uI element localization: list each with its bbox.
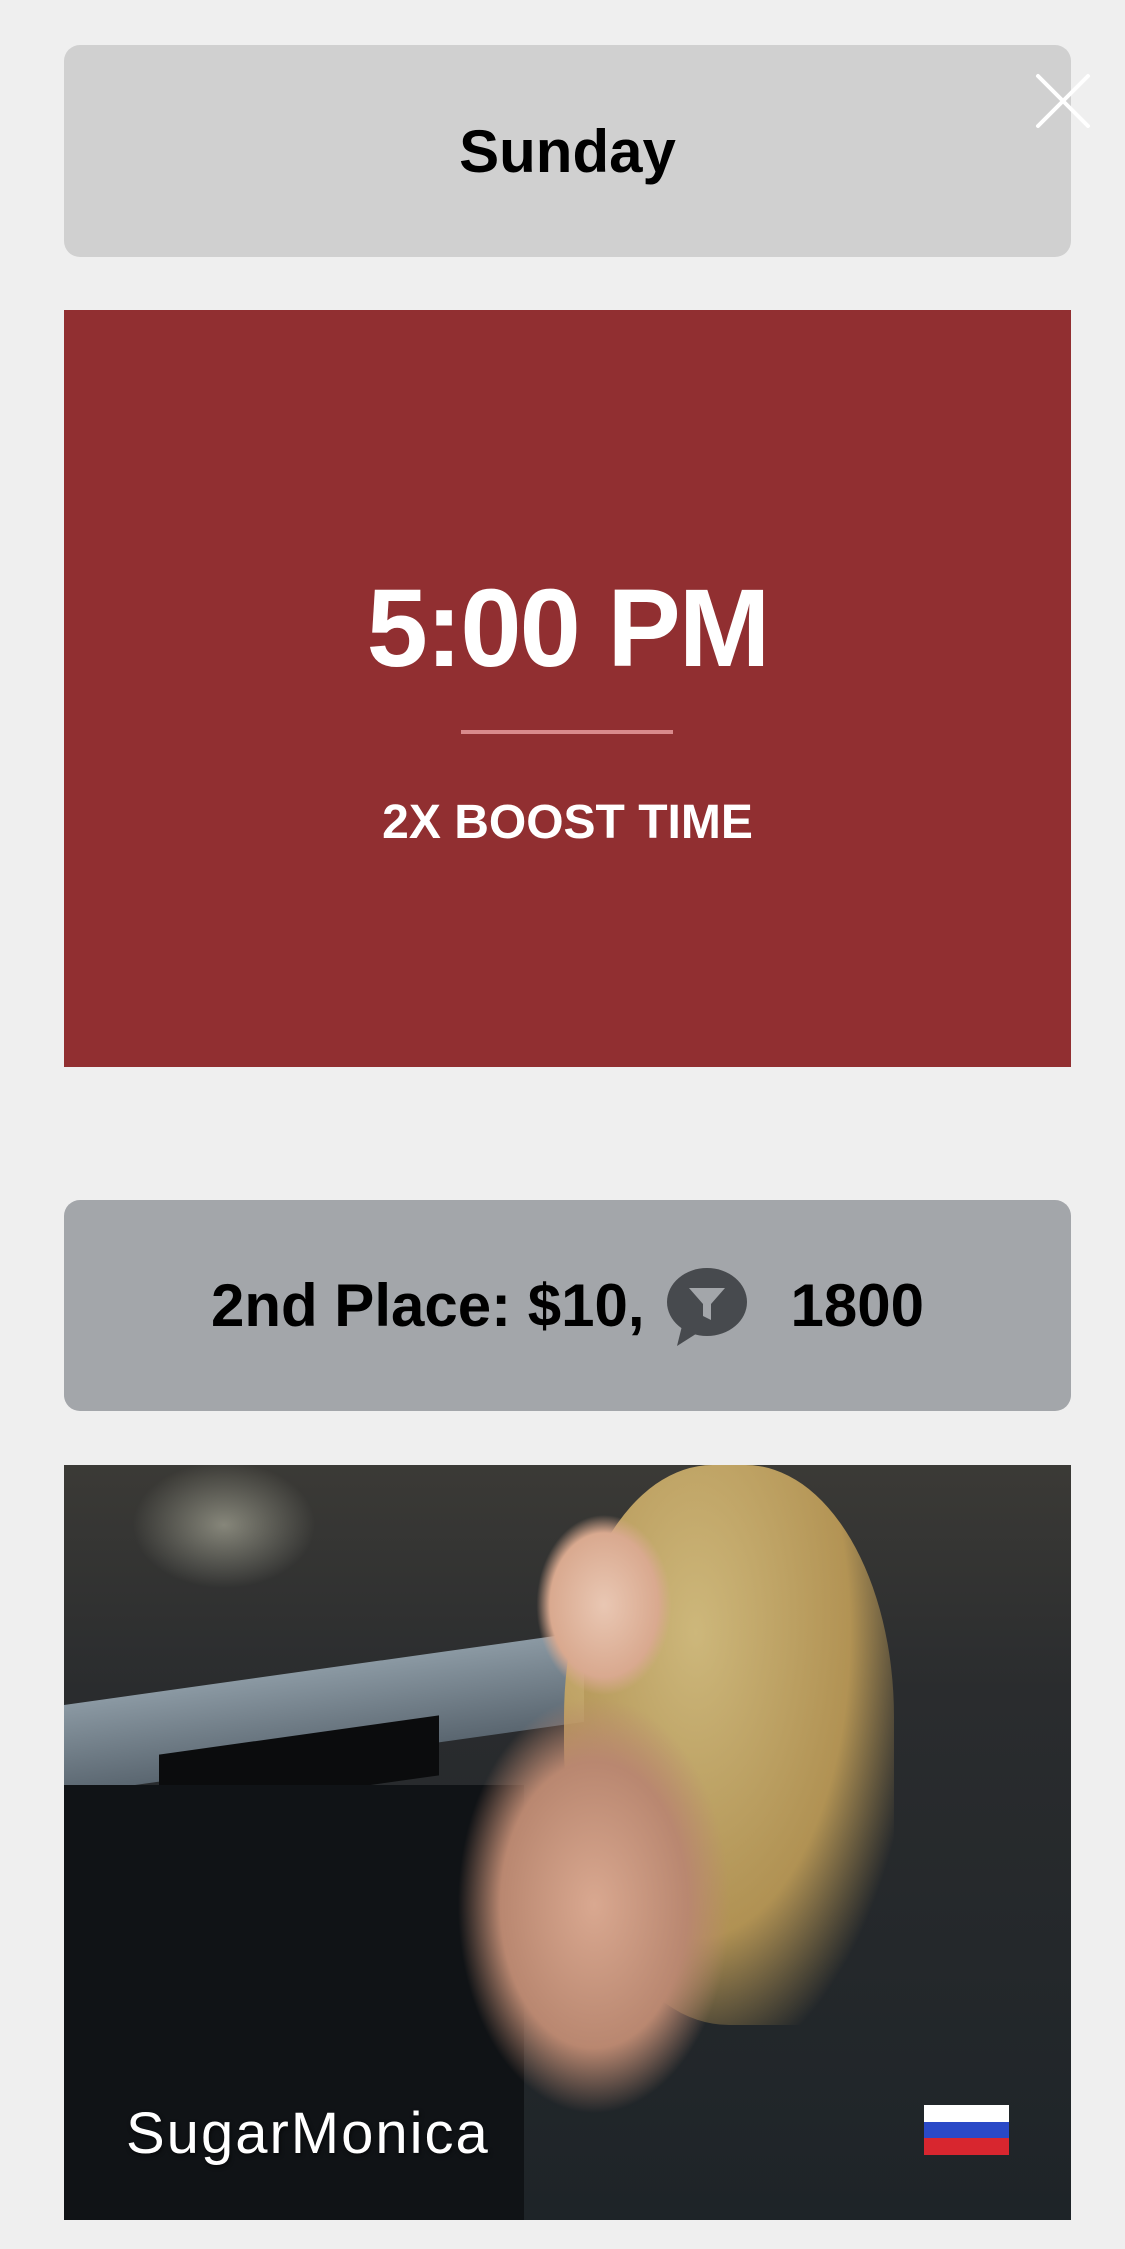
token-icon — [663, 1262, 751, 1350]
boost-time-card: 5:00 PM 2X BOOST TIME — [64, 310, 1071, 1067]
day-label: Sunday — [459, 117, 676, 185]
boost-label: 2X BOOST TIME — [382, 796, 753, 849]
close-icon — [1036, 74, 1090, 128]
divider — [461, 730, 673, 734]
day-header: Sunday — [64, 45, 1071, 257]
russia-flag-icon — [924, 2105, 1009, 2156]
prize-bar: 2nd Place: $10, 1800 — [64, 1200, 1071, 1411]
close-button[interactable] — [1030, 68, 1096, 134]
model-profile-card[interactable]: SugarMonica — [64, 1465, 1071, 2220]
prize-label: 2nd Place: $10, — [210, 1272, 645, 1339]
prize-tokens: 1800 — [790, 1272, 925, 1339]
model-name: SugarMonica — [126, 2101, 490, 2166]
slot-time: 5:00 PM — [366, 567, 771, 690]
